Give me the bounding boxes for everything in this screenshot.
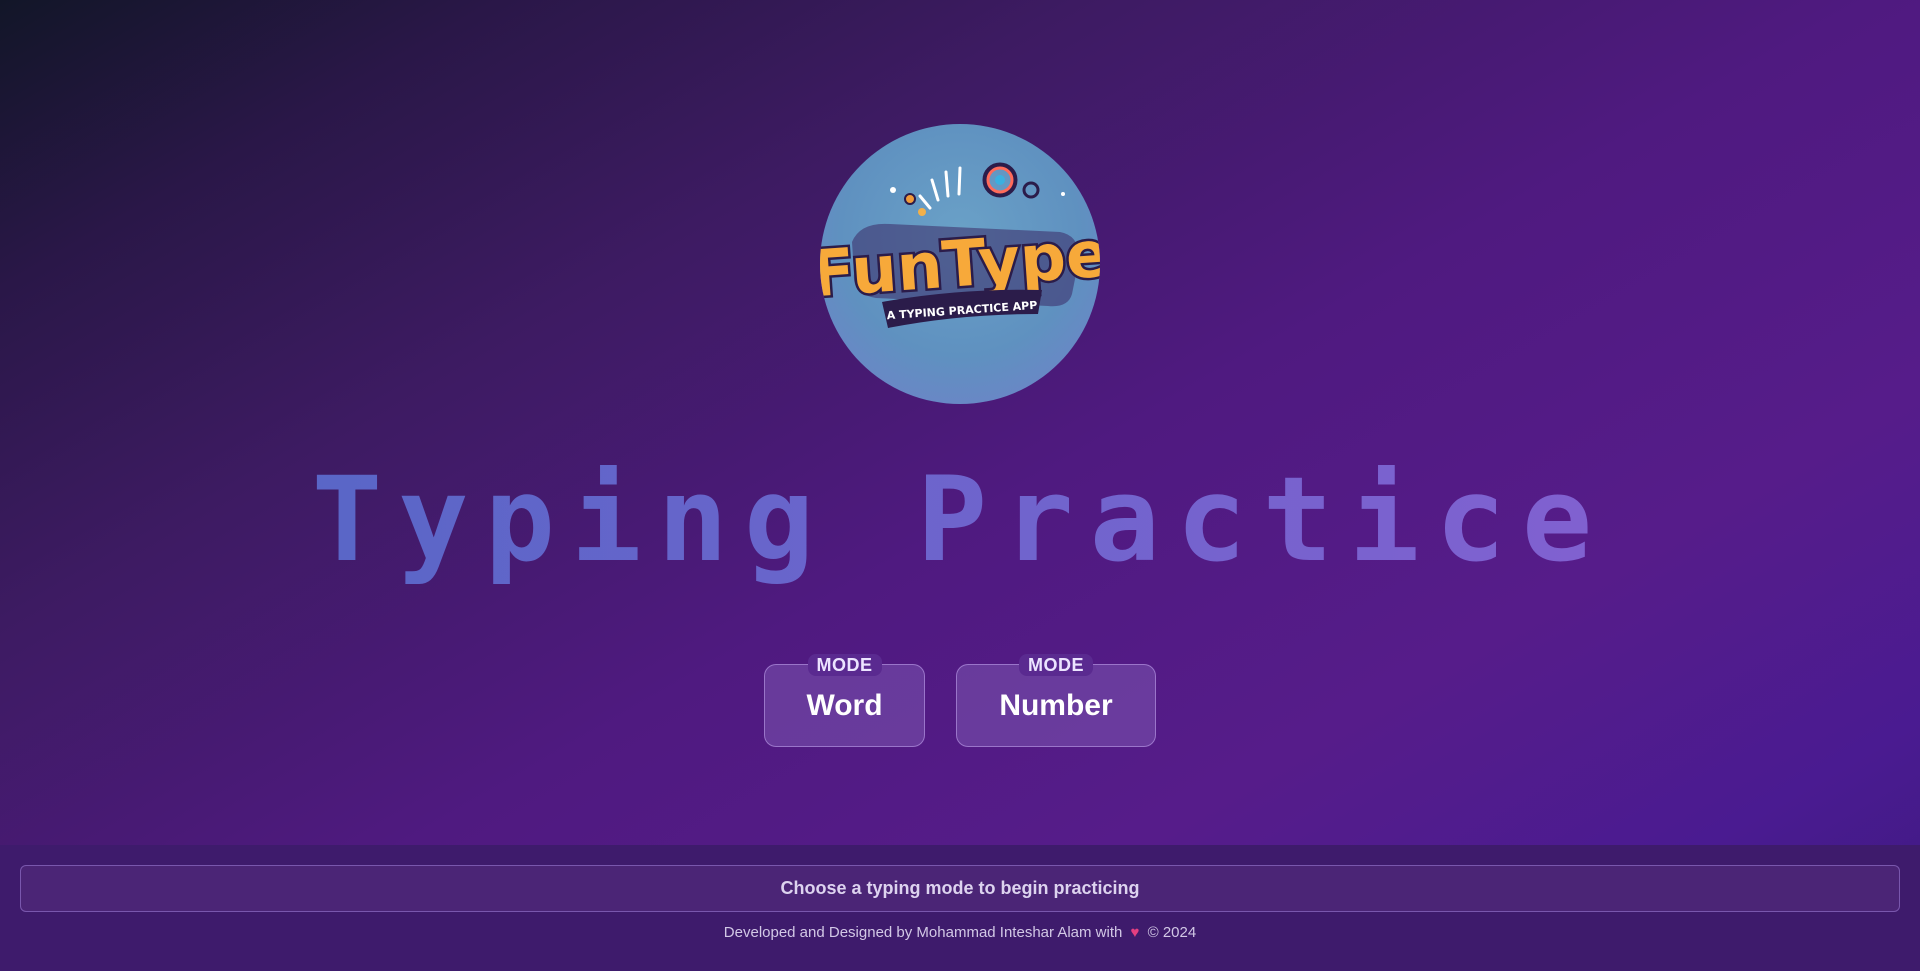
funtype-logo-art: FunType A TYPING PRACTICE APP (820, 162, 1100, 328)
status-message: Choose a typing mode to begin practicing (20, 865, 1900, 912)
funtype-logo: FunType A TYPING PRACTICE APP (820, 124, 1100, 404)
mode-selector: MODE Word MODE Number (0, 654, 1920, 748)
word-mode-button[interactable]: MODE Word (764, 654, 925, 747)
copyright-text: © 2024 (1147, 924, 1197, 941)
footer: Choose a typing mode to begin practicing… (0, 845, 1920, 971)
credit-text: Developed and Designed by Mohammad Intes… (723, 924, 1123, 941)
heart-icon: ♥ (1130, 924, 1140, 941)
credit-line: Developed and Designed by Mohammad Intes… (0, 923, 1920, 943)
page-title: Typing Practice (0, 455, 1920, 585)
mode-tag: MODE (1019, 654, 1093, 676)
mode-label: Number (999, 689, 1113, 722)
app-root: FunType A TYPING PRACTICE APP Typing Pra… (0, 0, 1920, 971)
number-mode-button[interactable]: MODE Number (956, 654, 1156, 747)
mode-tag: MODE (807, 654, 882, 676)
mode-label: Word (806, 689, 883, 722)
